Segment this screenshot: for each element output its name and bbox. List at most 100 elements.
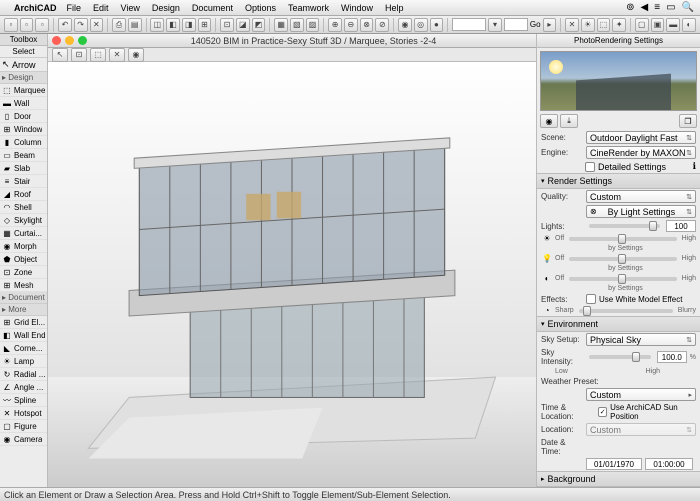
camera-tool[interactable]: ◉Camera	[0, 433, 47, 446]
quality-select[interactable]: Custom⇅	[586, 190, 696, 203]
menu-document[interactable]: Document	[192, 3, 233, 13]
bluetooth-icon[interactable]: ≡	[654, 2, 660, 13]
st-icon-5[interactable]: ◉	[128, 48, 144, 62]
hotspot-tool[interactable]: ✕Hotspot	[0, 407, 47, 420]
tb-icon-2[interactable]: ◧	[166, 18, 180, 32]
tb-icon-26[interactable]: ◐	[682, 18, 696, 32]
tb-redo-icon[interactable]: ↷	[74, 18, 88, 32]
object-tool[interactable]: ⬟Object	[0, 253, 47, 266]
detailed-checkbox[interactable]	[585, 162, 595, 172]
tb-icon-11[interactable]: ⊕	[328, 18, 342, 32]
tb-open-icon[interactable]: ▫	[20, 18, 34, 32]
tb-icon-23[interactable]: ▢	[635, 18, 649, 32]
environment-section[interactable]: ▾Environment	[537, 316, 700, 332]
tb-icon-3[interactable]: ◨	[182, 18, 196, 32]
weather-select[interactable]: Custom▸	[586, 388, 696, 401]
tb-icon-9[interactable]: ▧	[290, 18, 304, 32]
render-settings-section[interactable]: ▾Render Settings	[537, 173, 700, 189]
engine-select[interactable]: CineRender by MAXON⇅	[586, 146, 696, 159]
menu-view[interactable]: View	[121, 3, 140, 13]
ambient-slider[interactable]	[569, 277, 676, 281]
menu-help[interactable]: Help	[385, 3, 404, 13]
volume-icon[interactable]: ◀	[641, 2, 649, 13]
corner-tool[interactable]: ◣Corne...	[0, 342, 47, 355]
tb-new-icon[interactable]: ▫	[4, 18, 18, 32]
marquee-tool[interactable]: ⬚Marquee	[0, 84, 47, 97]
tb-go-icon[interactable]: ▸	[543, 18, 557, 32]
shell-tool[interactable]: ◠Shell	[0, 201, 47, 214]
minimize-button[interactable]	[65, 36, 74, 45]
tb-icon-4[interactable]: ⊞	[198, 18, 212, 32]
menu-window[interactable]: Window	[341, 3, 373, 13]
tb-save-icon[interactable]: ▫	[35, 18, 49, 32]
tb-plot-icon[interactable]: ▤	[128, 18, 142, 32]
zoom-button[interactable]	[78, 36, 87, 45]
tb-icon-7[interactable]: ◩	[252, 18, 266, 32]
menu-design[interactable]: Design	[152, 3, 180, 13]
more-group[interactable]: ▸ More	[0, 304, 47, 316]
st-icon-4[interactable]: ✕	[109, 48, 125, 62]
menu-file[interactable]: File	[67, 3, 82, 13]
info-icon[interactable]: ℹ	[693, 161, 696, 172]
lamp-tool[interactable]: ☀Lamp	[0, 355, 47, 368]
wallend-tool[interactable]: ◧Wall End	[0, 329, 47, 342]
sun-pos-checkbox[interactable]: ✓	[598, 407, 607, 417]
st-icon-3[interactable]: ⬚	[90, 48, 106, 62]
close-button[interactable]	[52, 36, 61, 45]
scene-select[interactable]: Outdoor Daylight Fast⇅	[586, 131, 696, 144]
preview-export-button[interactable]: ⤓	[560, 114, 578, 128]
sky-intensity-slider[interactable]	[589, 355, 651, 359]
radial-tool[interactable]: ↻Radial ...	[0, 368, 47, 381]
door-tool[interactable]: ▯Door	[0, 110, 47, 123]
tb-undo-icon[interactable]: ↶	[58, 18, 72, 32]
app-name[interactable]: ArchiCAD	[14, 3, 57, 13]
curtain-tool[interactable]: ▦Curtai...	[0, 227, 47, 240]
tb-field-1[interactable]	[452, 18, 486, 31]
spotlight-icon[interactable]: 🔍	[682, 2, 694, 13]
sun-slider[interactable]	[569, 237, 676, 241]
time-field[interactable]: 01:00:00	[645, 458, 693, 470]
sky-setup-select[interactable]: Physical Sky⇅	[586, 333, 696, 346]
tb-icon-1[interactable]: ◫	[150, 18, 164, 32]
white-model-checkbox[interactable]	[586, 294, 596, 304]
tb-icon-22[interactable]: ✦	[612, 18, 626, 32]
tb-icon-25[interactable]: ▬	[666, 18, 680, 32]
morph-tool[interactable]: ◉Morph	[0, 240, 47, 253]
column-tool[interactable]: ▮Column	[0, 136, 47, 149]
tb-icon-19[interactable]: ✕	[565, 18, 579, 32]
tb-icon-8[interactable]: ▦	[274, 18, 288, 32]
sky-int-value[interactable]: 100.0	[657, 351, 687, 363]
grid-tool[interactable]: ⊞Grid El...	[0, 316, 47, 329]
bylight-select[interactable]: ⊗ By Light Settings⇅	[586, 205, 696, 218]
tb-icon-18[interactable]: ▾	[488, 18, 502, 32]
background-section[interactable]: ▸Background	[537, 471, 700, 487]
tb-icon-6[interactable]: ◪	[236, 18, 250, 32]
spline-tool[interactable]: 〰Spline	[0, 394, 47, 407]
tb-icon-13[interactable]: ⊗	[360, 18, 374, 32]
beam-tool[interactable]: ▭Beam	[0, 149, 47, 162]
tb-icon-10[interactable]: ▨	[306, 18, 320, 32]
tb-field-2[interactable]	[504, 18, 528, 31]
tb-icon-20[interactable]: ☀	[581, 18, 595, 32]
st-icon-2[interactable]: ⊡	[71, 48, 87, 62]
document-group[interactable]: ▸ Document	[0, 292, 47, 304]
tb-icon-15[interactable]: ◉	[398, 18, 412, 32]
angle-tool[interactable]: ∠Angle ...	[0, 381, 47, 394]
tb-icon-17[interactable]: ●	[430, 18, 444, 32]
tb-icon-12[interactable]: ⊖	[344, 18, 358, 32]
blur-slider[interactable]	[579, 309, 673, 313]
lights-slider[interactable]	[589, 224, 660, 228]
toolbox-select[interactable]: Select	[0, 46, 47, 58]
st-icon-1[interactable]: ↖	[52, 48, 68, 62]
skylight-tool[interactable]: ◇Skylight	[0, 214, 47, 227]
menu-options[interactable]: Options	[245, 3, 276, 13]
date-field[interactable]: 01/01/1970	[586, 458, 642, 470]
arrow-tool[interactable]: ↖Arrow	[0, 58, 47, 72]
stair-tool[interactable]: ≡Stair	[0, 175, 47, 188]
tb-print-icon[interactable]: ⎙	[112, 18, 126, 32]
roof-tool[interactable]: ◢Roof	[0, 188, 47, 201]
zone-tool[interactable]: ⊡Zone	[0, 266, 47, 279]
lamp-slider[interactable]	[569, 257, 676, 261]
tb-icon-14[interactable]: ⊘	[375, 18, 389, 32]
wifi-icon[interactable]: ⊚	[626, 2, 634, 13]
